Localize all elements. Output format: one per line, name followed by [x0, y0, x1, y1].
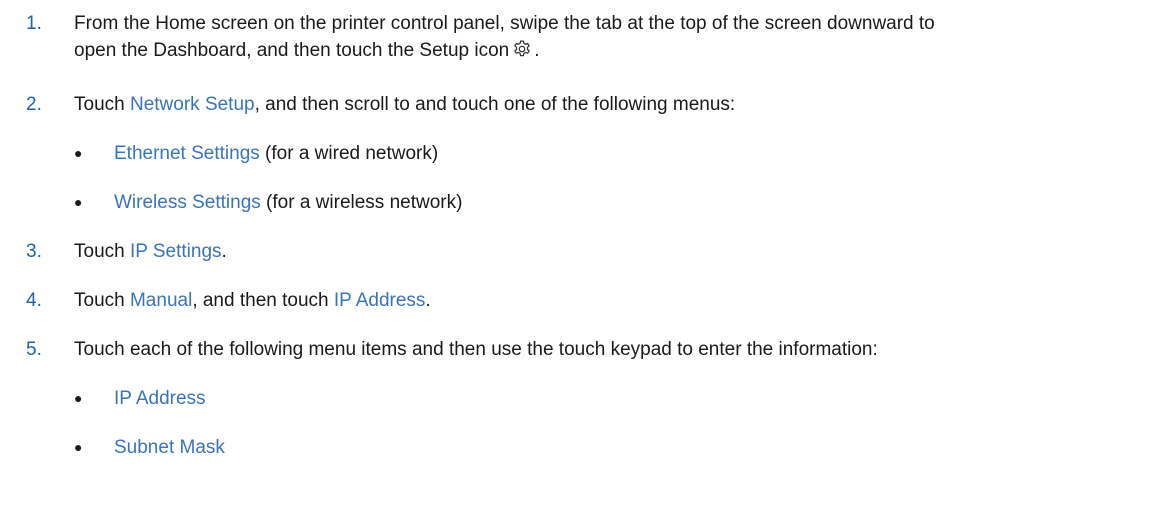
step-number: 4. [26, 290, 42, 311]
step-text-fragment: Touch [74, 241, 130, 262]
step-text-fragment: open the Dashboard, and then touch the S… [74, 40, 510, 61]
menu-name-subnet-mask: Subnet Mask [114, 437, 225, 458]
menu-name-ethernet-settings: Ethernet Settings [114, 143, 260, 164]
bullet-text-fragment: (for a wireless network) [260, 192, 463, 213]
step-number: 5. [26, 339, 42, 360]
menu-name-ip-address: IP Address [333, 290, 426, 311]
step-text-fragment: Touch [74, 94, 130, 115]
step-text: From the Home screen on the printer cont… [74, 10, 1167, 64]
step-text-fragment: Touch [74, 290, 130, 311]
step-number: 1. [26, 13, 42, 34]
step-text-line: From the Home screen on the printer cont… [74, 13, 935, 34]
bullet-dot: ● [74, 194, 83, 210]
bullet-text-fragment: (for a wired network) [259, 143, 439, 164]
step-number: 2. [26, 94, 42, 115]
menu-name-ip-settings: IP Settings [129, 241, 222, 262]
step-text-fragment: . [221, 241, 227, 262]
step-text-line: open the Dashboard, and then touch the S… [74, 37, 1167, 64]
menu-name-wireless-settings: Wireless Settings [114, 192, 261, 213]
bullet-dot: ● [74, 390, 83, 406]
step-text-fragment: , and then touch [192, 290, 334, 311]
step-text-fragment: . [425, 290, 431, 311]
step-text: Touch Manual, and then touch IP Address. [74, 287, 1167, 314]
step-text: Touch IP Settings. [74, 238, 1167, 265]
step-number: 3. [26, 241, 42, 262]
bullet-dot: ● [74, 145, 83, 161]
menu-name-network-setup: Network Setup [129, 94, 255, 115]
step-text-fragment: , and then scroll to and touch one of th… [254, 94, 736, 115]
bullet-text: Wireless Settings (for a wireless networ… [114, 189, 462, 216]
menu-name-ip-address: IP Address [114, 388, 206, 409]
step-text: Touch each of the following menu items a… [74, 339, 878, 360]
bullet-dot: ● [74, 439, 83, 455]
step-text: Touch Network Setup, and then scroll to … [74, 91, 1167, 118]
step-text-fragment: . [534, 40, 540, 61]
bullet-text: Ethernet Settings (for a wired network) [114, 140, 438, 167]
gear-icon [514, 40, 530, 57]
menu-name-manual: Manual [129, 290, 193, 311]
